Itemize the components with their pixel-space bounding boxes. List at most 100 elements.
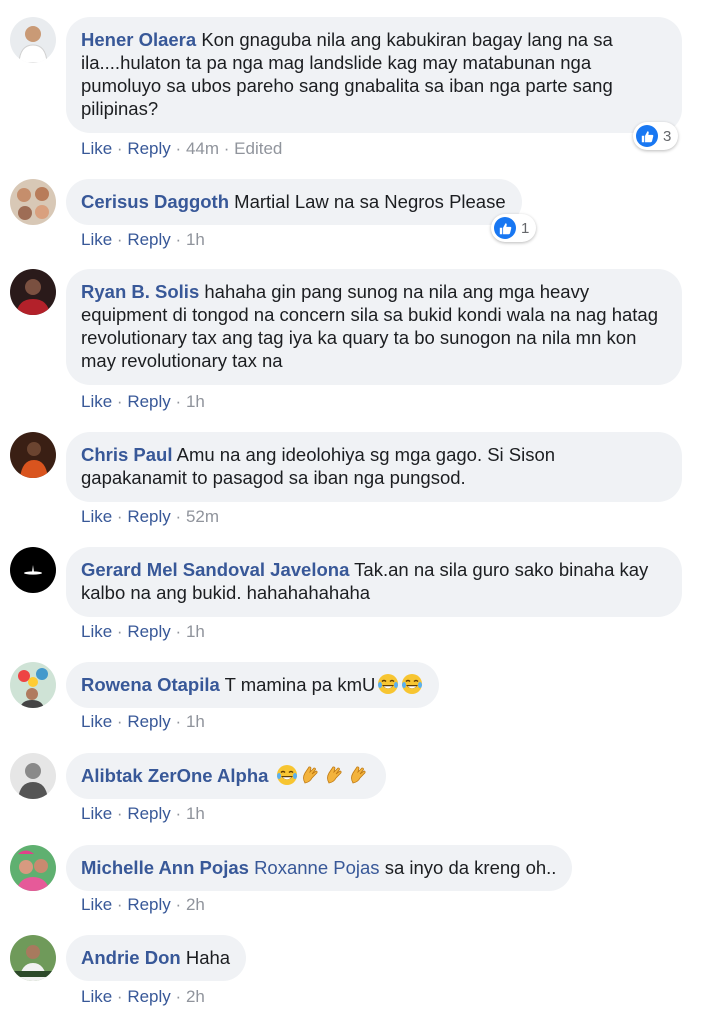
comment-bubble: Rowena Otapila T mamina pa kmU — [66, 662, 440, 708]
timestamp[interactable]: 1h — [186, 230, 205, 249]
tagged-user[interactable]: Roxanne Pojas — [254, 857, 379, 878]
timestamp[interactable]: 1h — [186, 804, 205, 823]
reply-link[interactable]: Reply — [127, 392, 170, 411]
reply-link[interactable]: Reply — [127, 895, 170, 914]
avatar[interactable] — [10, 432, 56, 478]
timestamp[interactable]: 1h — [186, 712, 205, 731]
author-name[interactable]: Michelle Ann Pojas — [81, 857, 249, 878]
reply-link[interactable]: Reply — [127, 622, 170, 641]
comment-actions: Like · Reply · 1h — [81, 804, 205, 824]
avatar[interactable] — [10, 179, 56, 225]
separator: · — [116, 507, 123, 526]
timestamp[interactable]: 1h — [186, 392, 205, 411]
author-name[interactable]: Cerisus Daggoth — [81, 191, 229, 212]
reply-link[interactable]: Reply — [127, 712, 170, 731]
like-reaction-icon — [636, 125, 658, 147]
timestamp[interactable]: 44m — [186, 139, 219, 158]
like-link[interactable]: Like — [81, 622, 112, 641]
comment-text: Haha — [185, 947, 231, 968]
like-link[interactable]: Like — [81, 230, 112, 249]
separator: · — [116, 895, 123, 914]
comment-actions: Like · Reply · 44m · Edited — [81, 139, 282, 159]
reaction-count: 1 — [521, 219, 530, 237]
reaction-badge[interactable]: 3 — [633, 122, 679, 150]
laughing-tears-emoji — [377, 673, 399, 695]
comment-bubble: Michelle Ann Pojas Roxanne Pojas sa inyo… — [66, 845, 573, 891]
author-name[interactable]: Gerard Mel Sandoval Javelona — [81, 559, 349, 580]
comment-bubble: Chris Paul Amu na ang ideolohiya sg mga … — [66, 432, 682, 502]
avatar[interactable] — [10, 935, 56, 981]
avatar[interactable] — [10, 662, 56, 708]
author-name[interactable]: Andrie Don — [81, 947, 181, 968]
comment-text: T mamina pa kmU — [224, 674, 376, 695]
separator: · — [175, 230, 182, 249]
clapping-hands-emoji — [324, 764, 346, 786]
comment-text: Martial Law na sa Negros Please — [234, 191, 506, 212]
separator: · — [116, 987, 123, 1006]
author-name[interactable]: Chris Paul — [81, 444, 173, 465]
separator: · — [175, 392, 182, 411]
reaction-count: 3 — [663, 127, 672, 145]
avatar[interactable] — [10, 269, 56, 315]
separator: · — [116, 230, 123, 249]
author-name[interactable]: Hener Olaera — [81, 29, 196, 50]
like-link[interactable]: Like — [81, 392, 112, 411]
timestamp[interactable]: 1h — [186, 622, 205, 641]
timestamp[interactable]: 2h — [186, 987, 205, 1006]
comment-bubble: Ryan B. Solis hahaha gin pang sunog na n… — [66, 269, 682, 385]
like-link[interactable]: Like — [81, 712, 112, 731]
clapping-hands-emoji — [300, 764, 322, 786]
comment-bubble: Andrie Don Haha — [66, 935, 247, 981]
comment-actions: Like · Reply · 1h — [81, 712, 205, 732]
separator: · — [116, 139, 123, 158]
author-name[interactable]: Ryan B. Solis — [81, 281, 199, 302]
comment-actions: Like · Reply · 1h — [81, 230, 205, 250]
comment-bubble: Alibtak ZerOne Alpha — [66, 753, 386, 799]
comment-bubble: Cerisus Daggoth Martial Law na sa Negros… — [66, 179, 522, 225]
like-reaction-icon — [494, 217, 516, 239]
separator: · — [116, 712, 123, 731]
avatar[interactable] — [10, 753, 56, 799]
separator: · — [175, 507, 182, 526]
author-name[interactable]: Rowena Otapila — [81, 674, 220, 695]
laughing-tears-emoji — [401, 673, 423, 695]
avatar[interactable] — [10, 547, 56, 593]
comment-bubble: Hener Olaera Kon gnaguba nila ang kabuki… — [66, 17, 682, 133]
avatar[interactable] — [10, 845, 56, 891]
like-link[interactable]: Like — [81, 507, 112, 526]
reply-link[interactable]: Reply — [127, 507, 170, 526]
separator: · — [175, 895, 182, 914]
like-link[interactable]: Like — [81, 895, 112, 914]
edited-label[interactable]: Edited — [234, 139, 282, 158]
separator: · — [116, 622, 123, 641]
separator: · — [116, 392, 123, 411]
like-link[interactable]: Like — [81, 804, 112, 823]
like-link[interactable]: Like — [81, 987, 112, 1006]
comment-actions: Like · Reply · 52m — [81, 507, 219, 527]
like-link[interactable]: Like — [81, 139, 112, 158]
comment-actions: Like · Reply · 1h — [81, 622, 205, 642]
author-name[interactable]: Alibtak ZerOne Alpha — [81, 765, 268, 786]
timestamp[interactable]: 52m — [186, 507, 219, 526]
laughing-tears-emoji — [276, 764, 298, 786]
separator: · — [175, 139, 182, 158]
separator: · — [116, 804, 123, 823]
comment-actions: Like · Reply · 1h — [81, 392, 205, 412]
avatar[interactable] — [10, 17, 56, 63]
comment-text: sa inyo da kreng oh.. — [384, 857, 557, 878]
comment-actions: Like · Reply · 2h — [81, 987, 205, 1007]
reaction-badge[interactable]: 1 — [491, 214, 537, 242]
reply-link[interactable]: Reply — [127, 139, 170, 158]
separator: · — [175, 622, 182, 641]
reply-link[interactable]: Reply — [127, 230, 170, 249]
separator: · — [175, 987, 182, 1006]
reply-link[interactable]: Reply — [127, 987, 170, 1006]
separator: · — [175, 712, 182, 731]
comment-actions: Like · Reply · 2h — [81, 895, 205, 915]
comment-bubble: Gerard Mel Sandoval Javelona Tak.an na s… — [66, 547, 682, 617]
separator: · — [175, 804, 182, 823]
timestamp[interactable]: 2h — [186, 895, 205, 914]
clapping-hands-emoji — [348, 764, 370, 786]
reply-link[interactable]: Reply — [127, 804, 170, 823]
separator: · — [223, 139, 230, 158]
